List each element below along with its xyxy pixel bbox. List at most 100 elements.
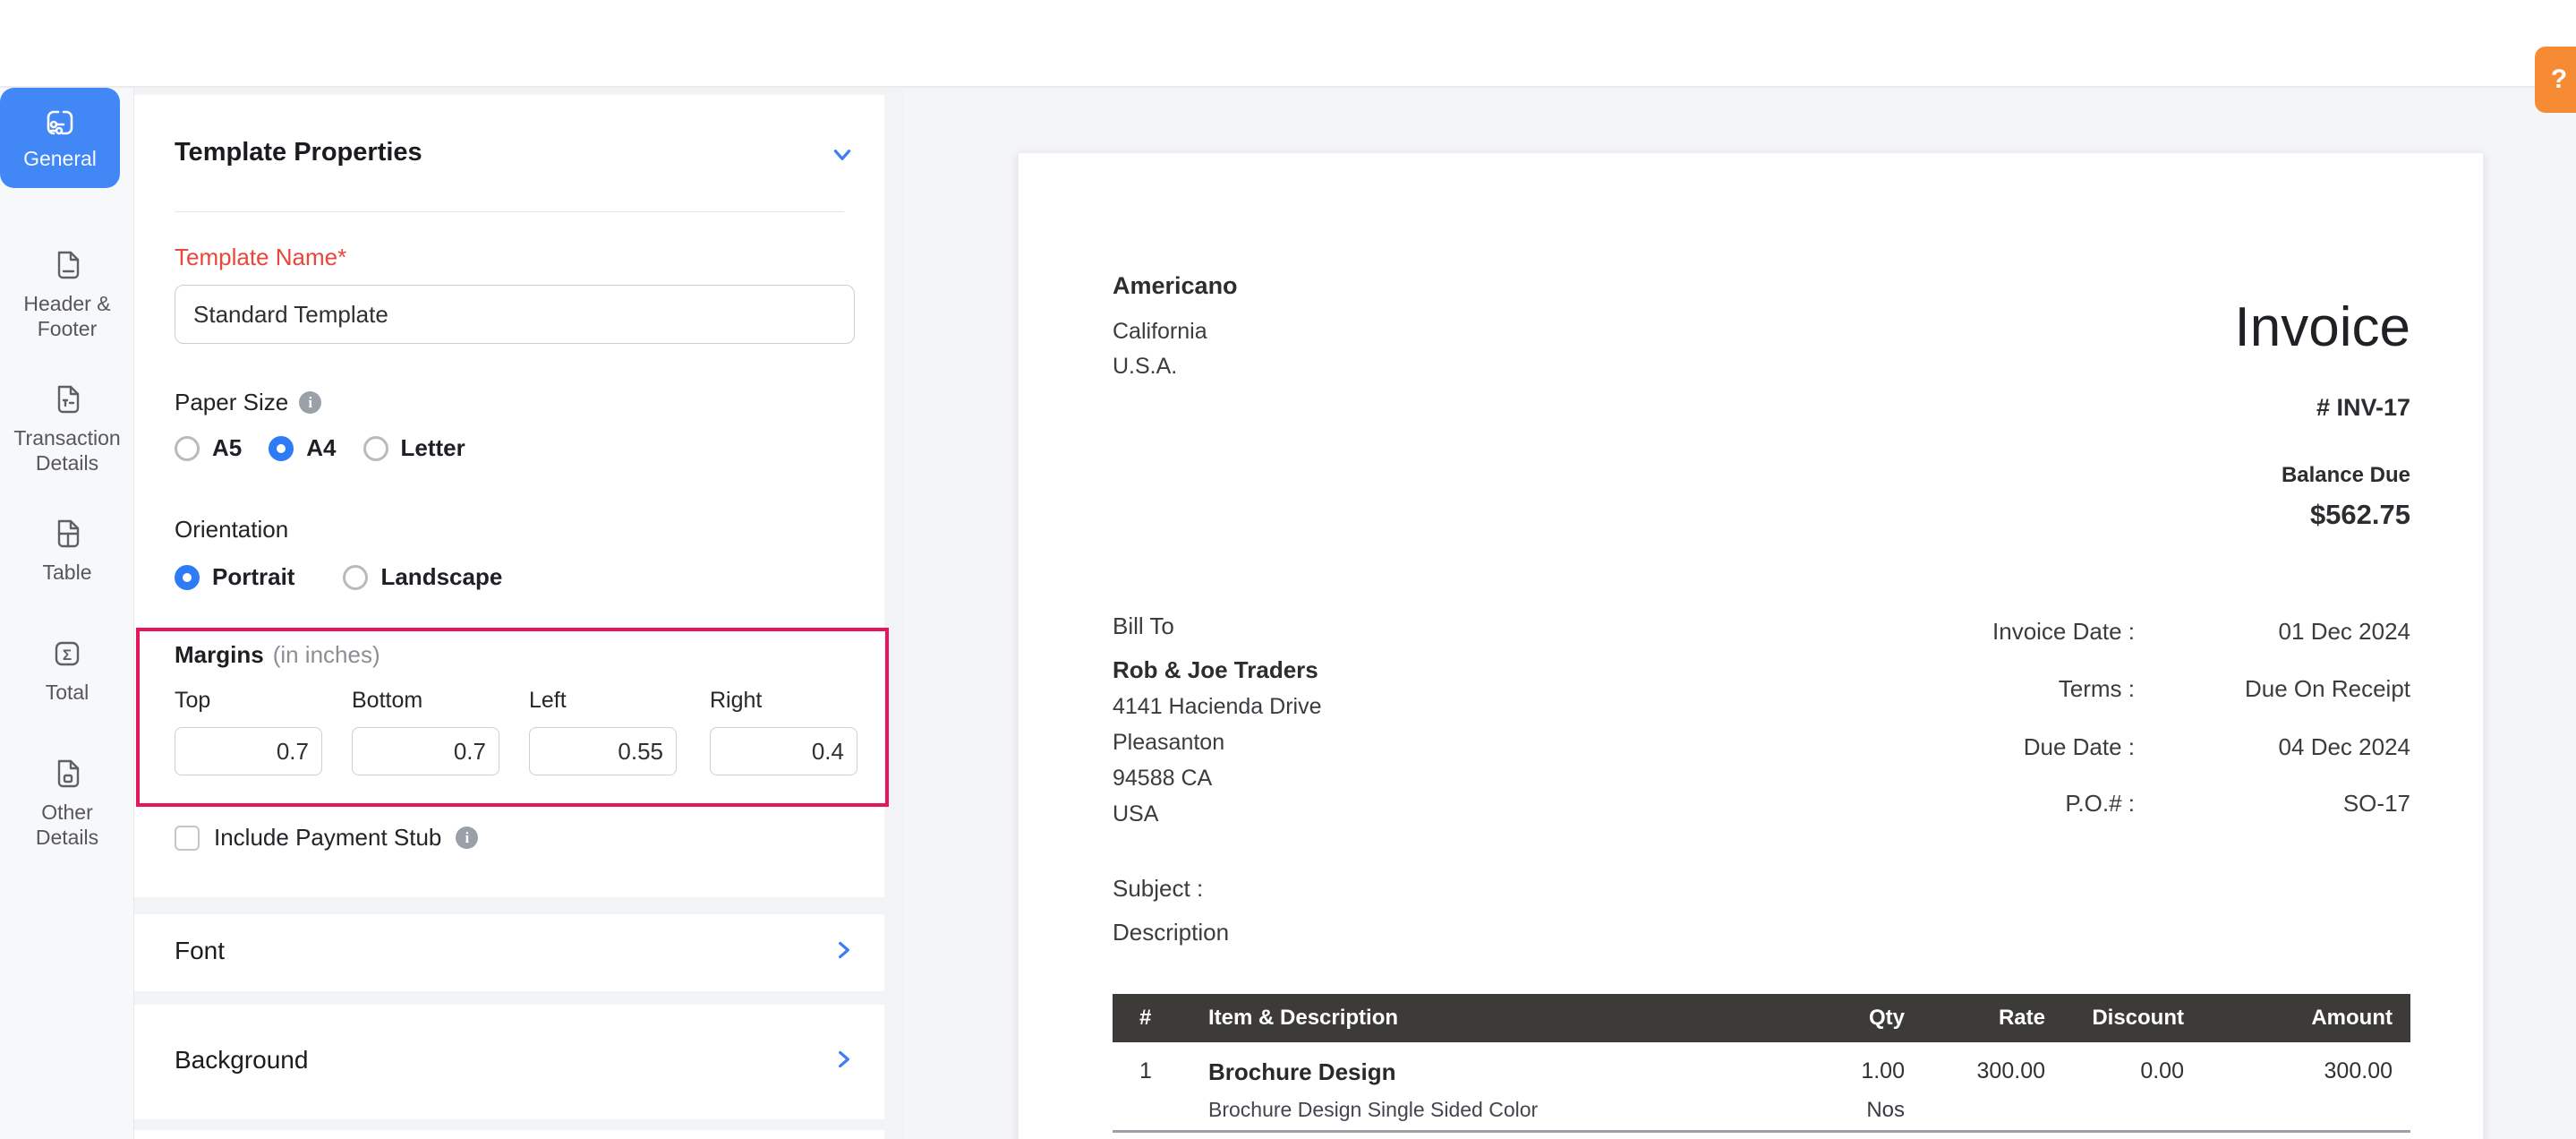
col-amount: Amount (2311, 1006, 2393, 1030)
radio-a4[interactable] (269, 435, 294, 461)
subject-value: Description (1113, 919, 1230, 946)
company-address-line: U.S.A. (1113, 354, 1178, 379)
next-section-card-partial (134, 1130, 884, 1139)
sidebar-item-label: Transaction Details (13, 426, 121, 475)
row-item-description: Brochure Design Single Sided Color (1208, 1098, 1539, 1121)
margin-right-input[interactable] (710, 727, 857, 775)
other-details-icon (57, 759, 80, 788)
info-icon[interactable]: i (299, 391, 322, 414)
invoice-title: Invoice (2234, 296, 2410, 358)
template-name-label: Template Name* (175, 244, 347, 270)
bill-to-label: Bill To (1113, 612, 1174, 639)
sidebar-item-label: Table (42, 561, 92, 584)
radio-landscape[interactable] (343, 564, 369, 590)
row-amount: 300.00 (2324, 1058, 2393, 1083)
customer-address-line: Pleasanton (1113, 730, 1225, 755)
customer-address-line: USA (1113, 801, 1159, 826)
row-unit: Nos (1866, 1098, 1905, 1122)
sidebar-item-label: Other Details (35, 801, 99, 850)
paper-size-label: Paper Size (175, 389, 289, 415)
radio-letter[interactable] (363, 435, 388, 461)
total-sigma-icon: Σ (55, 641, 80, 666)
header-footer-icon (57, 251, 80, 279)
margin-top-label: Top (175, 688, 211, 713)
due-date-label: Due Date : (2023, 733, 2135, 760)
margin-bottom-label: Bottom (352, 688, 423, 713)
font-section-label[interactable]: Font (175, 937, 225, 965)
sidebar-item-transaction-details[interactable]: Transaction Details (0, 381, 134, 475)
help-button[interactable]: ? (2535, 47, 2576, 113)
svg-text:Σ: Σ (63, 647, 72, 664)
terms-value: Due On Receipt (2245, 675, 2410, 702)
radio-letter-label[interactable]: Letter (401, 434, 465, 462)
due-date-value: 04 Dec 2024 (2278, 733, 2410, 760)
col-number: # (1139, 1006, 1152, 1030)
col-discount: Discount (2092, 1006, 2184, 1030)
sidebar-item-general[interactable]: General (0, 88, 120, 188)
orientation-label: Orientation (175, 516, 289, 543)
sidebar-item-header-footer[interactable]: Header & Footer (0, 247, 134, 341)
template-properties-title: Template Properties (175, 138, 422, 167)
margin-top-input[interactable] (175, 727, 322, 775)
help-icon: ? (2550, 64, 2568, 94)
margin-left-input[interactable] (529, 727, 677, 775)
table-icon (57, 519, 80, 548)
col-item-description: Item & Description (1208, 1006, 1399, 1030)
customer-name: Rob & Joe Traders (1113, 656, 1318, 683)
company-address-line: California (1113, 319, 1207, 344)
background-section-label[interactable]: Background (175, 1046, 308, 1075)
template-sections-sidebar: General Header & Footer Transaction Deta… (0, 88, 134, 1139)
radio-a4-label[interactable]: A4 (306, 434, 336, 462)
orientation-radio-group: Portrait Landscape (175, 563, 502, 591)
sidebar-item-label: Total (45, 681, 90, 704)
sidebar-item-label: General (23, 147, 97, 170)
divider (175, 211, 844, 212)
margin-right-label: Right (710, 688, 763, 713)
font-section-card (134, 914, 884, 991)
info-icon[interactable]: i (456, 826, 479, 849)
sidebar-item-other-details[interactable]: Other Details (0, 756, 134, 850)
row-rate: 300.00 (1976, 1058, 2045, 1083)
row-item-name: Brochure Design (1208, 1058, 1396, 1085)
sidebar-item-label: Header & Footer (23, 292, 111, 341)
radio-portrait-label[interactable]: Portrait (212, 563, 294, 591)
po-number-value: SO-17 (2342, 790, 2410, 817)
collapse-chevron-icon[interactable] (831, 143, 854, 167)
po-number-label: P.O.# : (2065, 790, 2135, 817)
row-discount: 0.00 (2140, 1058, 2184, 1083)
chevron-right-icon[interactable] (832, 1048, 856, 1071)
col-qty: Qty (1868, 1006, 1905, 1030)
include-payment-stub-label[interactable]: Include Payment Stub (214, 824, 441, 852)
balance-due-label: Balance Due (2281, 463, 2410, 487)
margins-title: Margins (175, 641, 264, 668)
include-payment-stub-checkbox[interactable] (175, 825, 200, 851)
transaction-details-icon (57, 385, 80, 414)
customer-address-line: 4141 Hacienda Drive (1113, 694, 1322, 719)
radio-landscape-label[interactable]: Landscape (380, 563, 502, 591)
top-bar (0, 0, 2576, 88)
terms-label: Terms : (2058, 675, 2135, 702)
margin-bottom-input[interactable] (352, 727, 499, 775)
margins-unit-note: (in inches) (272, 641, 380, 668)
customer-address-line: 94588 CA (1113, 766, 1213, 791)
sidebar-item-total[interactable]: Σ Total (0, 636, 134, 705)
template-properties-card (134, 95, 884, 897)
general-settings-icon (47, 110, 73, 135)
radio-portrait[interactable] (175, 564, 200, 590)
col-rate: Rate (1998, 1006, 2045, 1030)
radio-a5[interactable] (175, 435, 200, 461)
row-number: 1 (1139, 1058, 1152, 1083)
sidebar-item-table[interactable]: Table (0, 516, 134, 585)
row-qty: 1.00 (1861, 1058, 1905, 1083)
edit-template-window: Edit Template Select Color Theme Refresh… (0, 0, 2576, 1139)
company-name: Americano (1113, 272, 1238, 299)
balance-due-value: $562.75 (2309, 499, 2410, 530)
paper-size-radio-group: A5 A4 Letter (175, 434, 465, 462)
invoice-date-value: 01 Dec 2024 (2278, 618, 2410, 645)
radio-a5-label[interactable]: A5 (212, 434, 242, 462)
margin-left-label: Left (529, 688, 567, 713)
chevron-right-icon[interactable] (832, 938, 856, 962)
subject-label: Subject : (1113, 875, 1204, 902)
template-name-input[interactable] (175, 285, 855, 344)
invoice-date-label: Invoice Date : (1992, 618, 2135, 645)
